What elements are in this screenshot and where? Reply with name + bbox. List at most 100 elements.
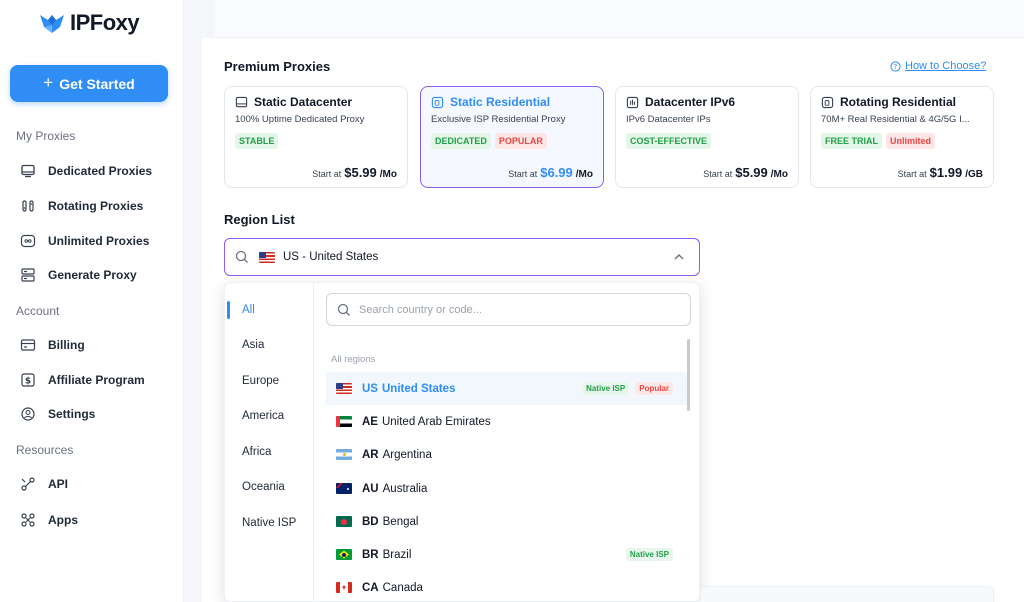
popular-badge: Popular (635, 382, 673, 395)
card-title: Rotating Residential (821, 95, 956, 109)
country-name: Canada (382, 581, 423, 594)
country-item-au[interactable]: AU Australia (326, 472, 687, 505)
section-my-proxies: My Proxies (16, 129, 76, 143)
region-tabs: All Asia Europe America Africa Oceania N… (225, 283, 314, 601)
card-title-text: Static Datacenter (254, 95, 353, 109)
card-rotating-residential[interactable]: Rotating Residential 70M+ Real Residenti… (810, 86, 994, 188)
dollar-icon: $ (21, 373, 35, 387)
card-price: Start at $1.99 /GB (898, 165, 983, 180)
native-isp-badge: Native ISP (582, 382, 630, 395)
sidebar-item-settings[interactable]: Settings (20, 404, 95, 424)
region-list-title: Region List (224, 212, 295, 227)
sidebar-item-apps[interactable]: Apps (20, 510, 78, 530)
fox-logo-icon (38, 11, 66, 35)
monitor-icon (21, 164, 35, 178)
section-resources: Resources (16, 443, 74, 457)
sidebar-item-dedicated-proxies[interactable]: Dedicated Proxies (20, 161, 152, 181)
premium-proxies-title: Premium Proxies (224, 59, 331, 74)
price-unit: /Mo (379, 169, 397, 180)
sidebar-item-label: Generate Proxy (48, 268, 137, 282)
country-search[interactable] (326, 293, 691, 326)
svg-text:?: ? (894, 63, 898, 71)
sidebar-item-label: Billing (48, 338, 85, 352)
get-started-label: Get Started (59, 75, 135, 92)
tag-unlimited: Unlimited (886, 133, 936, 149)
country-item-bd[interactable]: BD Bengal (326, 505, 687, 538)
tab-oceania[interactable]: Oceania (225, 470, 313, 504)
country-item-us[interactable]: US United States Native ISP Popular (326, 372, 687, 405)
card-tags: STABLE (235, 133, 279, 149)
group-label: All regions (331, 354, 376, 365)
tab-all[interactable]: All (225, 293, 313, 327)
sidebar-item-generate-proxy[interactable]: Generate Proxy (20, 265, 137, 285)
apps-icon (21, 513, 35, 527)
api-icon (21, 477, 35, 491)
card-tags: DEDICATED POPULAR (431, 133, 547, 149)
card-static-datacenter[interactable]: Static Datacenter 100% Uptime Dedicated … (224, 86, 408, 188)
tab-europe[interactable]: Europe (225, 364, 313, 398)
price-amount: $5.99 (344, 165, 377, 180)
sidebar-item-label: Unlimited Proxies (48, 234, 150, 248)
brand-logo[interactable]: IPFoxy (38, 10, 140, 36)
monitor-icon (235, 96, 248, 107)
sidebar-item-api[interactable]: API (20, 474, 68, 494)
rotate-icon (22, 200, 34, 212)
price-amount: $1.99 (929, 165, 963, 180)
sidebar-item-affiliate-program[interactable]: $ Affiliate Program (20, 370, 145, 390)
card-desc: Exclusive ISP Residential Proxy (431, 114, 566, 125)
country-name: Argentina (382, 448, 432, 461)
plus-icon: + (43, 72, 54, 92)
us-flag-icon (259, 251, 275, 263)
country-item-ae[interactable]: AE United Arab Emirates (326, 405, 687, 438)
bd-flag-icon (336, 516, 352, 527)
card-datacenter-ipv6[interactable]: Datacenter IPv6 IPv6 Datacenter IPs COST… (615, 86, 799, 188)
country-badges: Native ISP (625, 548, 673, 561)
help-icon: ? (890, 60, 901, 72)
region-select-value: US - United States (283, 251, 379, 263)
brand-name: IPFoxy (70, 10, 140, 35)
price-amount: $5.99 (735, 165, 768, 180)
infinity-icon (20, 234, 36, 248)
price-amount: $6.99 (540, 165, 573, 180)
card-price: Start at $5.99 /Mo (312, 165, 397, 180)
price-label: Start at (508, 169, 538, 179)
br-flag-icon (336, 549, 352, 560)
tag-cost-effective: COST-EFFECTIVE (626, 133, 712, 149)
country-code: BR (362, 548, 379, 561)
region-select[interactable]: US - United States (224, 238, 700, 276)
sidebar-item-billing[interactable]: Billing (20, 335, 85, 355)
scrollbar-thumb[interactable] (687, 339, 690, 411)
country-search-input[interactable] (359, 303, 659, 316)
country-item-ar[interactable]: AR Argentina (326, 438, 687, 471)
tab-native-isp[interactable]: Native ISP (225, 506, 313, 540)
tab-africa[interactable]: Africa (225, 435, 313, 469)
country-name: Bengal (382, 515, 419, 528)
tab-america[interactable]: America (225, 399, 313, 433)
card-desc: 70M+ Real Residential & 4G/5G I... (821, 114, 970, 125)
country-code: AR (362, 448, 379, 461)
card-static-residential[interactable]: Static Residential Exclusive ISP Residen… (420, 86, 604, 188)
card-price: Start at $5.99 /Mo (703, 165, 788, 180)
sidebar-item-label: Settings (48, 407, 96, 421)
us-flag-icon (336, 383, 352, 394)
chevron-up-icon (674, 254, 684, 260)
country-item-ca[interactable]: CA Canada (326, 571, 687, 601)
billing-icon (20, 339, 36, 351)
sidebar-item-label: Dedicated Proxies (48, 164, 153, 178)
sidebar: IPFoxy + Get Started My Proxies Dedicate… (0, 0, 184, 602)
country-item-br[interactable]: BR Brazil Native ISP (326, 538, 687, 571)
ca-flag-icon (336, 582, 352, 593)
get-started-button[interactable]: + Get Started (10, 65, 168, 102)
card-title-text: Rotating Residential (840, 95, 957, 109)
rotating-residential-icon (821, 96, 834, 108)
tab-asia[interactable]: Asia (225, 328, 313, 362)
sidebar-item-rotating-proxies[interactable]: Rotating Proxies (20, 196, 143, 216)
country-name: United Arab Emirates (381, 415, 491, 428)
ar-flag-icon (336, 449, 352, 460)
ipv6-icon (626, 96, 639, 108)
region-dropdown: All Asia Europe America Africa Oceania N… (224, 282, 700, 602)
section-account: Account (16, 304, 60, 318)
sidebar-item-label: Affiliate Program (48, 373, 145, 387)
how-to-choose-link[interactable]: ? How to Choose? (890, 60, 986, 72)
sidebar-item-unlimited-proxies[interactable]: Unlimited Proxies (20, 231, 149, 251)
